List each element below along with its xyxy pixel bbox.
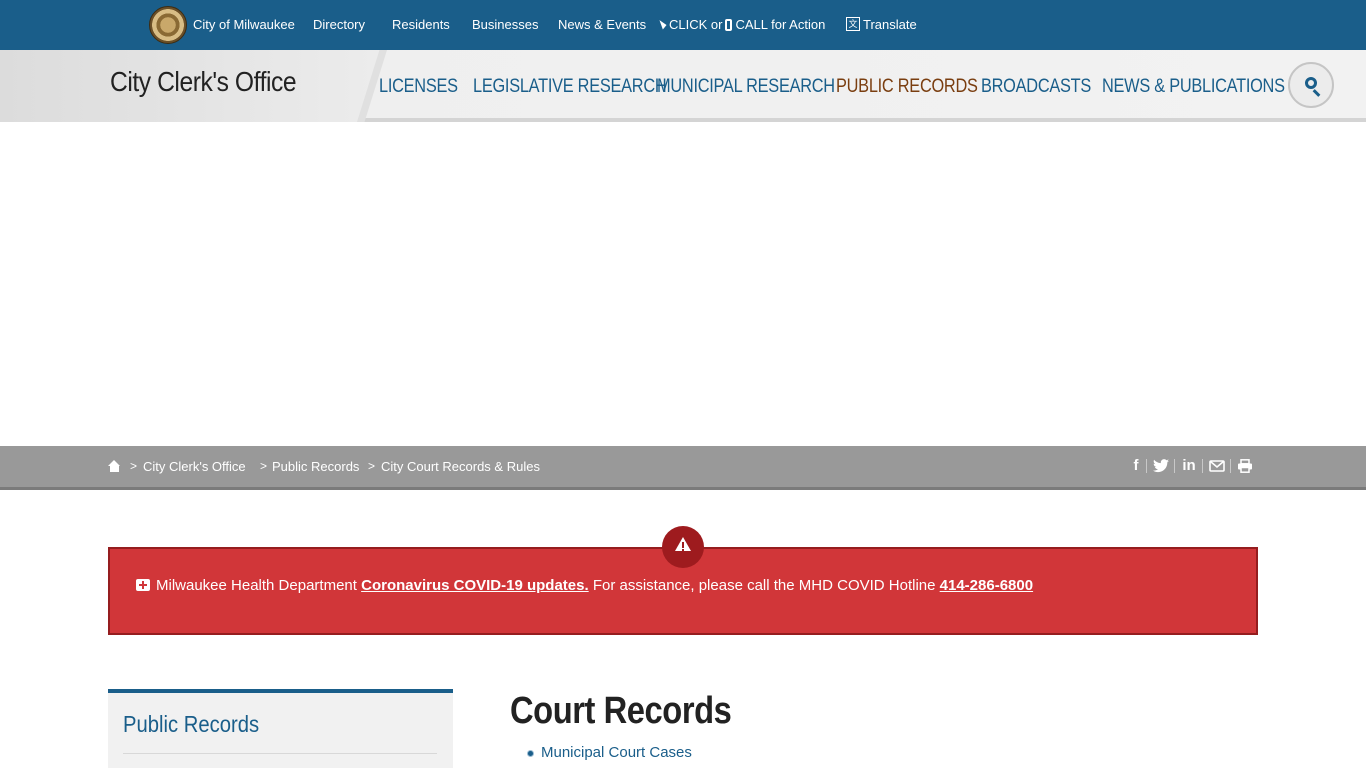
alert-message: Milwaukee Health Department Coronavirus …	[136, 577, 1033, 594]
phone-icon	[725, 18, 733, 31]
topbar-link-directory[interactable]: Directory	[313, 0, 365, 50]
topbar-link-translate[interactable]: 文 Translate	[846, 0, 917, 50]
facebook-icon[interactable]: f	[1129, 456, 1143, 476]
breadcrumb-separator: >	[130, 459, 138, 473]
alert-lead-text: Milwaukee Health Department	[156, 577, 357, 594]
topbar-link-city[interactable]: City of Milwaukee	[193, 0, 295, 50]
sidebar-divider	[123, 753, 437, 754]
nav-item-public-records[interactable]: PUBLIC RECORDS	[836, 76, 978, 98]
home-icon-body	[110, 466, 119, 472]
city-seal-icon[interactable]	[149, 6, 187, 44]
warning-badge	[662, 526, 704, 568]
sidebar-title[interactable]: Public Records	[123, 711, 259, 738]
medkit-icon	[136, 578, 150, 591]
top-utility-bar: City of Milwaukee Directory Residents Bu…	[0, 0, 1366, 50]
nav-item-broadcasts[interactable]: BROADCASTS	[981, 76, 1091, 98]
share-divider	[1146, 459, 1147, 473]
alert-hotline-link[interactable]: 414-286-6800	[940, 577, 1033, 594]
list-item[interactable]: Municipal Court Cases	[541, 744, 692, 761]
linkedin-icon[interactable]: in	[1180, 456, 1198, 476]
cursor-icon	[659, 18, 668, 30]
home-icon[interactable]	[108, 460, 121, 472]
share-divider	[1230, 459, 1231, 473]
share-divider	[1174, 459, 1175, 473]
twitter-icon[interactable]	[1152, 456, 1170, 476]
breadcrumb-link-public-records[interactable]: Public Records	[272, 459, 359, 474]
nav-item-licenses[interactable]: LICENSES	[379, 76, 458, 98]
search-button[interactable]	[1288, 62, 1334, 108]
search-icon	[1305, 77, 1317, 89]
topbar-link-businesses[interactable]: Businesses	[472, 0, 538, 50]
breadcrumb-separator: >	[260, 459, 268, 473]
nav-item-legislative-research[interactable]: LEGISLATIVE RESEARCH	[473, 76, 667, 98]
site-header: City Clerk's Office LICENSES LEGISLATIVE…	[0, 50, 1366, 122]
print-icon[interactable]	[1236, 456, 1254, 476]
site-title[interactable]: City Clerk's Office	[110, 66, 297, 98]
nav-item-news-publications[interactable]: NEWS & PUBLICATIONS	[1102, 76, 1285, 98]
warning-icon-mark	[682, 542, 684, 548]
breadcrumb-separator: >	[368, 459, 376, 473]
alert-middle-text: For assistance, please call the MHD COVI…	[592, 577, 936, 594]
breadcrumb-link-clerk[interactable]: City Clerk's Office	[143, 459, 246, 474]
click-label: CLICK or	[669, 17, 723, 32]
sidebar-nav: Public Records	[108, 689, 453, 768]
translate-label: Translate	[863, 17, 917, 32]
translate-icon: 文	[846, 17, 860, 32]
list-bullet	[527, 750, 534, 757]
breadcrumb-current: City Court Records & Rules	[381, 459, 540, 474]
nav-item-municipal-research[interactable]: MUNICIPAL RESEARCH	[657, 76, 835, 98]
email-icon[interactable]	[1208, 456, 1226, 476]
page-title: Court Records	[510, 690, 732, 732]
topbar-link-news-events[interactable]: News & Events	[558, 0, 646, 50]
call-label: CALL for Action	[735, 17, 826, 32]
alert-covid-updates-link[interactable]: Coronavirus COVID-19 updates.	[361, 577, 589, 594]
warning-icon-dot	[682, 549, 684, 551]
search-icon-handle	[1312, 89, 1321, 97]
topbar-link-residents[interactable]: Residents	[392, 0, 450, 50]
share-divider	[1202, 459, 1203, 473]
topbar-link-click-call[interactable]: CLICK or CALL for Action	[659, 0, 826, 50]
